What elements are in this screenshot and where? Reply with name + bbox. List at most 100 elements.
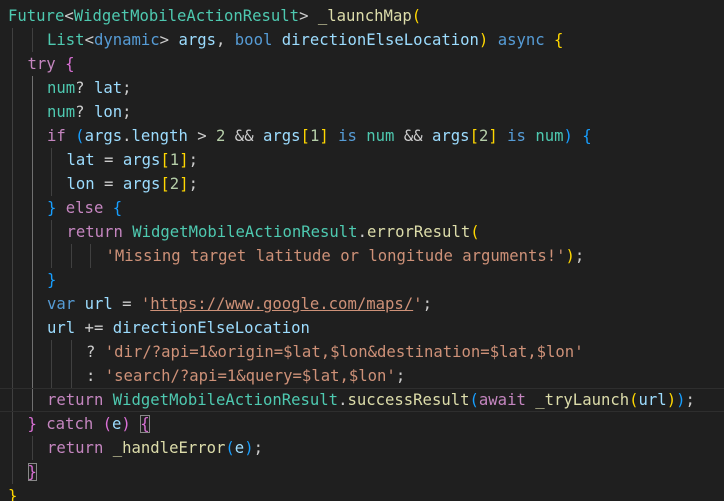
code-token: num (366, 127, 395, 145)
code-token: num (47, 103, 76, 121)
code-token: lat (66, 151, 95, 169)
code-line[interactable]: } catch (e) { (0, 412, 724, 436)
code-token: return (47, 391, 104, 409)
code-token: { (65, 55, 75, 73)
code-text: } (27, 460, 37, 484)
code-token: _tryLaunch (535, 391, 630, 409)
code-token: : (86, 367, 105, 385)
code-line[interactable]: if (args.length > 2 && args[1] is num &&… (0, 124, 724, 148)
code-token: ] (179, 175, 189, 193)
code-text: : 'search/?api=1&query=$lat,$lon'; (86, 364, 405, 388)
code-line[interactable]: ? 'dir/?api=1&origin=$lat,$lon&destinati… (0, 340, 724, 364)
code-token: ? (75, 103, 94, 121)
code-token: args (178, 31, 217, 49)
indent-guide (12, 220, 13, 244)
code-token: . (122, 127, 132, 145)
code-token: ( (75, 127, 85, 145)
code-token: ( (102, 415, 113, 433)
code-token: ; (685, 391, 695, 409)
code-token: else (65, 199, 104, 217)
indent-guide (31, 244, 33, 268)
code-text: ? 'dir/?api=1&origin=$lat,$lon&destinati… (86, 340, 584, 364)
code-line[interactable]: url += directionElseLocation (0, 316, 724, 340)
code-line[interactable]: } (0, 484, 724, 501)
indent-guide (12, 412, 13, 436)
code-token: { (554, 31, 564, 49)
code-line[interactable]: var url = 'https://www.google.com/maps/'… (0, 292, 724, 316)
code-line[interactable]: num? lat; (0, 76, 724, 100)
indent-guide (12, 460, 13, 484)
code-token: 2 (169, 175, 180, 193)
indent-guide (51, 172, 52, 196)
code-token: directionElseLocation (281, 31, 479, 49)
indent-guide (12, 148, 13, 172)
indent-guide (31, 172, 33, 196)
indent-guide (31, 76, 33, 100)
code-token: { (112, 199, 123, 217)
indent-guide (51, 364, 52, 388)
code-line[interactable]: lat = args[1]; (0, 148, 724, 172)
indent-guide (31, 292, 33, 316)
indent-guide (51, 244, 52, 268)
code-line[interactable]: return _handleError(e); (0, 436, 724, 460)
code-text: } catch (e) { (28, 412, 150, 436)
code-line[interactable]: } (0, 460, 724, 484)
indent-guide (90, 244, 91, 268)
code-line[interactable]: : 'search/?api=1&query=$lat,$lon'; (0, 364, 724, 388)
indent-guide (31, 28, 33, 52)
indent-guide (51, 148, 52, 172)
code-token: var (47, 295, 76, 313)
indent-guide (31, 148, 33, 172)
code-token: 'Missing target latitude or longitude ar… (105, 247, 566, 265)
code-line[interactable]: lon = args[2]; (0, 172, 724, 196)
code-token: lon (93, 103, 123, 121)
code-token: lon (66, 175, 95, 193)
code-token: args (432, 127, 470, 145)
code-token: } (47, 271, 57, 289)
code-line[interactable]: } (0, 268, 724, 292)
code-line[interactable]: } else { (0, 196, 724, 220)
code-token: > (299, 7, 318, 25)
code-token: url (47, 319, 76, 337)
code-token: ) (121, 415, 131, 433)
code-token: && (225, 127, 263, 145)
code-line[interactable]: return WidgetMobileActionResult.successR… (0, 388, 724, 412)
code-token: https://www.google.com/maps/ (150, 295, 414, 313)
code-text: lat = args[1]; (67, 148, 198, 172)
indent-guide (70, 340, 72, 364)
indent-guide (31, 124, 33, 148)
code-line[interactable]: num? lon; (0, 100, 724, 124)
code-token: ) (244, 439, 254, 457)
code-line[interactable]: return WidgetMobileActionResult.errorRes… (0, 220, 724, 244)
indent-guide (70, 364, 72, 388)
code-token: return (47, 439, 104, 457)
code-token: ] (488, 127, 498, 145)
code-text: List<dynamic> args, bool directionElseLo… (47, 28, 563, 52)
code-token: ; (188, 151, 198, 169)
code-token: ; (574, 247, 585, 265)
code-token: ; (422, 295, 432, 313)
code-editor[interactable]: Future<WidgetMobileActionResult> _launch… (0, 0, 724, 501)
indent-guide (12, 340, 13, 364)
code-token: WidgetMobileActionResult (112, 391, 339, 409)
code-text: } (47, 268, 56, 292)
code-text: Future<WidgetMobileActionResult> _launch… (8, 4, 421, 28)
code-token: ) (666, 391, 677, 409)
code-line[interactable]: List<dynamic> args, bool directionElseLo… (0, 28, 724, 52)
indent-guide (12, 268, 13, 292)
code-token: > (187, 127, 217, 145)
code-token: } (8, 487, 18, 501)
code-line[interactable]: try { (0, 52, 724, 76)
code-line[interactable]: Future<WidgetMobileActionResult> _launch… (0, 4, 724, 28)
code-token: ( (225, 439, 235, 457)
indent-guide (12, 28, 13, 52)
code-line[interactable]: 'Missing target latitude or longitude ar… (0, 244, 724, 268)
